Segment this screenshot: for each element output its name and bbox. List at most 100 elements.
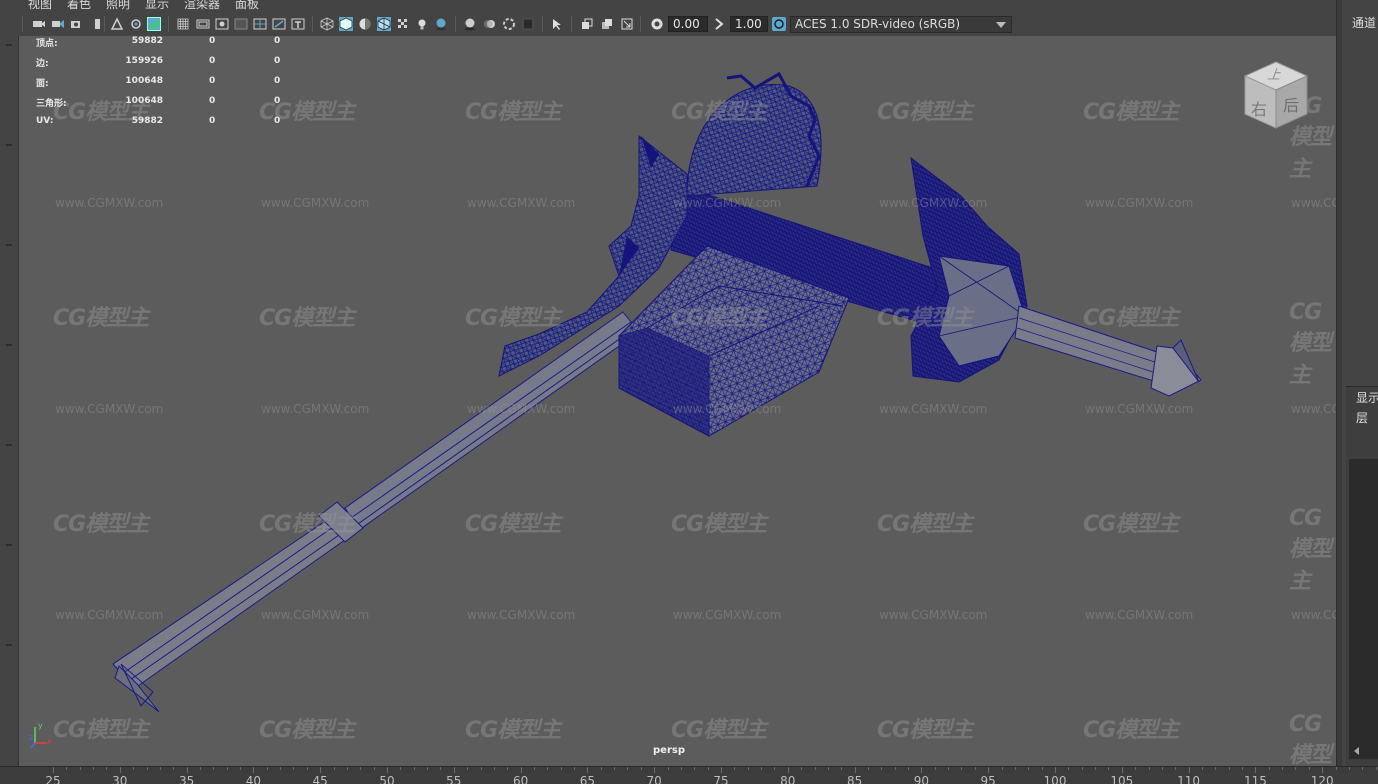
- watermark-url: www.CGMXW.com: [1291, 196, 1336, 210]
- axis-y-label: y: [38, 721, 43, 730]
- color-management-icon[interactable]: [772, 17, 786, 31]
- chevron-left-icon[interactable]: [1354, 747, 1359, 755]
- frame-tick: [1228, 767, 1230, 770]
- depth-of-field-icon[interactable]: [521, 17, 535, 31]
- frame-tick: [1108, 767, 1110, 770]
- frame-tick: [119, 767, 121, 773]
- safe-title-icon[interactable]: [291, 17, 305, 31]
- perspective-viewport[interactable]: CG模型主 CG模型主 CG模型主 CG模型主 CG模型主 CG模型主 CG模型主 CG模型主…: [18, 36, 1336, 766]
- hud-value: 59882: [131, 36, 163, 46]
- select-camera-icon[interactable]: [51, 17, 65, 31]
- bookmark-icon[interactable]: [91, 17, 105, 31]
- frame-tick: [520, 767, 522, 773]
- isolate-select-icon[interactable]: [550, 17, 564, 31]
- hud-row-faces: 面: 100648 0 0: [33, 76, 333, 96]
- hud-value: 0: [209, 76, 216, 86]
- hud-row-edges: 边: 159926 0 0: [33, 56, 333, 76]
- frame-tick: [1188, 767, 1190, 773]
- frame-tick: [146, 767, 148, 770]
- hud-value: 0: [274, 36, 281, 46]
- hammer-wireframe-model[interactable]: [19, 36, 1336, 766]
- menu-lighting[interactable]: 照明: [106, 0, 130, 12]
- anti-alias-icon[interactable]: [502, 17, 516, 31]
- frame-label: 100: [1043, 774, 1067, 784]
- time-slider[interactable]: 25 30 35 40 45 50 55 60 65 70 75 80 85 90 95 100 105 110 1…: [0, 766, 1378, 784]
- frame-tick: [867, 767, 869, 770]
- frame-tick: [159, 767, 161, 770]
- move-icon[interactable]: [110, 17, 124, 31]
- tab-display[interactable]: 显示: [1356, 389, 1378, 406]
- watermark-logo: CG模型主: [1083, 718, 1179, 743]
- toolbar-separator: [22, 16, 23, 32]
- gate-mask-icon[interactable]: [234, 17, 248, 31]
- textured-icon[interactable]: [396, 17, 410, 31]
- snap-icon[interactable]: [129, 17, 143, 31]
- view-cube[interactable]: 上 右 后: [1241, 58, 1311, 132]
- wire-on-shaded-icon[interactable]: [377, 17, 391, 31]
- rail-tick: [6, 544, 12, 546]
- gamma-input[interactable]: 1.00: [730, 16, 768, 32]
- lock-camera-icon[interactable]: [70, 17, 84, 31]
- hud-value: 0: [274, 96, 281, 106]
- field-chart-icon[interactable]: [253, 17, 267, 31]
- film-gate-icon[interactable]: [196, 17, 210, 31]
- hud-row-vertices: 顶点: 59882 0 0: [33, 36, 333, 56]
- toolbar-separator: [542, 16, 543, 32]
- hud-value: 100648: [125, 96, 163, 106]
- frame-tick: [854, 767, 856, 773]
- watermark-url: www.CGMXW.com: [673, 402, 782, 416]
- frame-tick: [734, 767, 736, 770]
- watermark-logo: CG模型主: [53, 512, 149, 537]
- exposure-icon[interactable]: [650, 17, 664, 31]
- watermark-logo: CG模型主: [877, 100, 973, 125]
- frame-tick: [587, 767, 589, 773]
- frame-tick: [1095, 767, 1097, 770]
- ambient-occlusion-icon[interactable]: [463, 17, 477, 31]
- color-management-dropdown[interactable]: ACES 1.0 SDR-video (sRGB): [790, 16, 1012, 33]
- smooth-shade-icon[interactable]: [339, 17, 353, 31]
- gamma-icon[interactable]: [712, 17, 726, 31]
- frame-tick: [213, 767, 215, 770]
- grid-icon[interactable]: [176, 17, 190, 31]
- frame-tick: [1001, 767, 1003, 770]
- xray-icon[interactable]: [580, 17, 594, 31]
- frame-tick: [560, 767, 562, 770]
- watermark-logo: CG模型主: [465, 512, 561, 537]
- frame-tick: [199, 767, 201, 770]
- watermark-url: www.CGMXW.com: [1291, 608, 1336, 622]
- backface-icon[interactable]: [620, 17, 634, 31]
- channel-box-panel: 通道 显示 层: [1342, 0, 1378, 766]
- xray-joints-icon[interactable]: [600, 17, 614, 31]
- view-cube-front-label[interactable]: 右: [1251, 96, 1267, 120]
- frame-tick: [346, 767, 348, 770]
- frame-tick: [574, 767, 576, 770]
- menu-view[interactable]: 视图: [28, 0, 52, 12]
- shadows-icon[interactable]: [434, 17, 448, 31]
- flat-shade-icon[interactable]: [358, 17, 372, 31]
- camera-icon[interactable]: [32, 17, 46, 31]
- hud-value: 59882: [131, 116, 163, 126]
- lights-icon[interactable]: [415, 17, 429, 31]
- tab-channels[interactable]: 通道: [1352, 14, 1376, 31]
- tab-layer[interactable]: 层: [1356, 409, 1368, 426]
- menu-show[interactable]: 显示: [145, 0, 169, 12]
- layer-list[interactable]: [1349, 459, 1378, 759]
- frame-tick: [667, 767, 669, 770]
- motion-blur-icon[interactable]: [483, 17, 497, 31]
- rail-tick: [6, 244, 12, 246]
- frame-tick: [814, 767, 816, 770]
- watermark-logo: CG模型主: [259, 512, 355, 537]
- view-cube-side-label[interactable]: 后: [1283, 92, 1299, 116]
- menu-panels[interactable]: 面板: [235, 0, 259, 12]
- safe-action-icon[interactable]: [272, 17, 286, 31]
- wireframe-icon[interactable]: [320, 17, 334, 31]
- exposure-input[interactable]: 0.00: [668, 16, 708, 32]
- pencil-icon[interactable]: [147, 17, 161, 31]
- frame-tick: [961, 767, 963, 770]
- frame-tick: [400, 767, 402, 770]
- menu-renderer[interactable]: 渲染器: [184, 0, 220, 12]
- watermark-logo: CG模型主: [53, 306, 149, 331]
- watermark-url: www.CGMXW.com: [879, 402, 988, 416]
- menu-shading[interactable]: 着色: [67, 0, 91, 12]
- resolution-gate-icon[interactable]: [215, 17, 229, 31]
